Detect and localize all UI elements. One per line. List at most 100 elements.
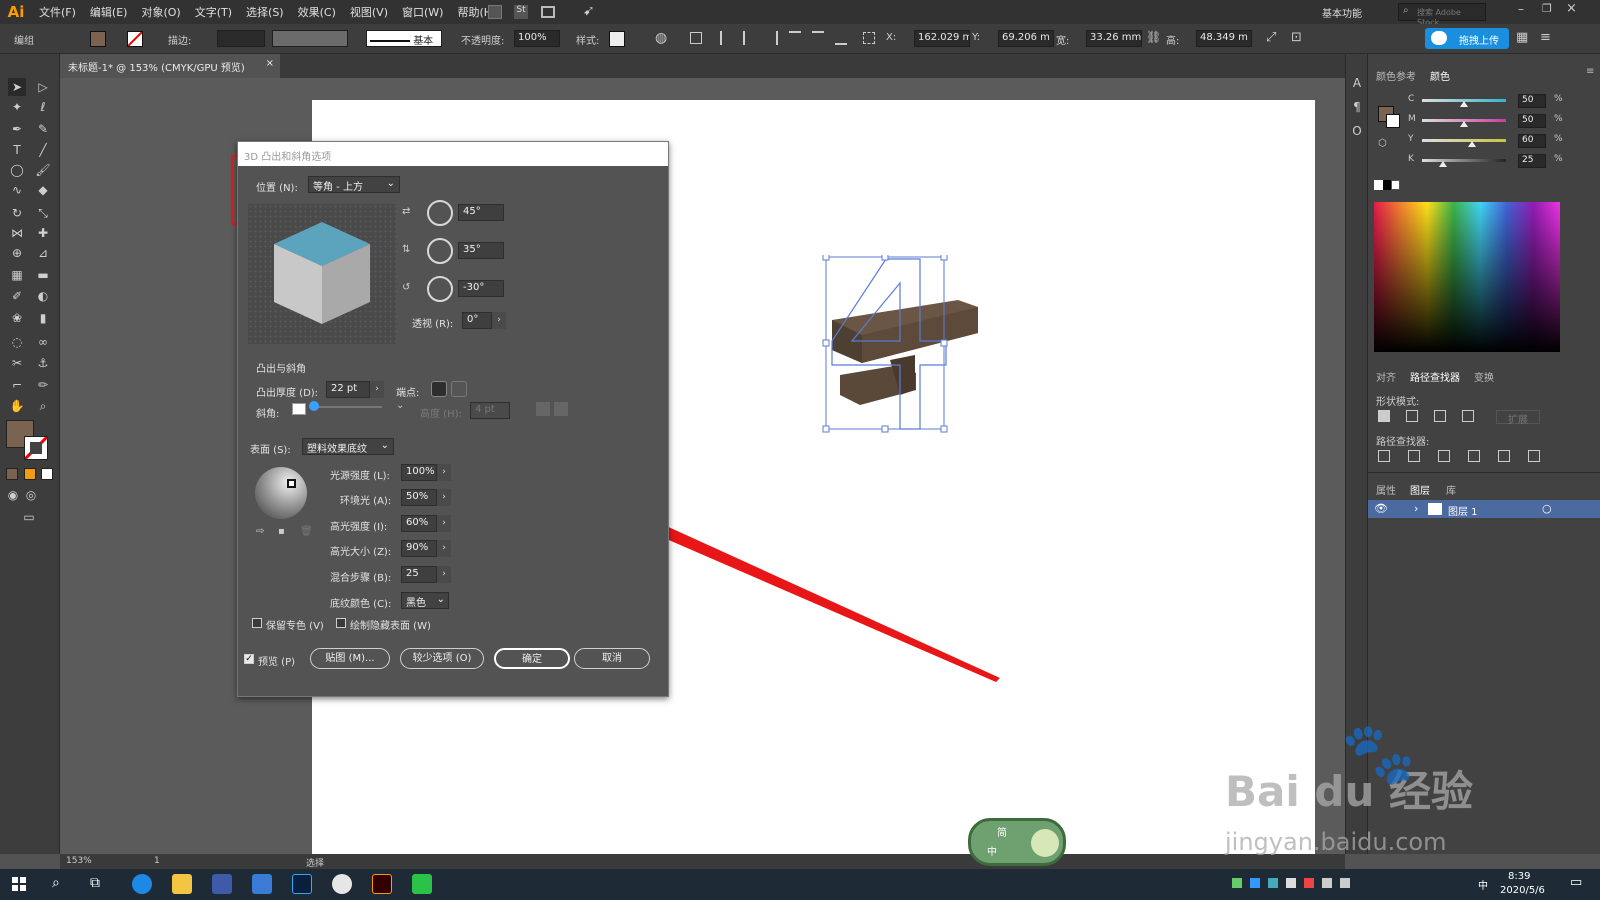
menu-view[interactable]: 视图(V) [343, 4, 395, 20]
eyedropper-tool-icon[interactable]: ✐ [8, 287, 26, 305]
tab-color-guide[interactable]: 颜色参考 [1376, 68, 1416, 83]
rotate-z-input[interactable]: -30° [458, 280, 504, 297]
zoom-level[interactable]: 153% [66, 856, 92, 866]
rotation-preview-track[interactable] [248, 204, 396, 344]
column-graph-tool-icon[interactable]: ▮ [34, 309, 52, 327]
align-top-icon[interactable] [789, 31, 801, 45]
cmyk-slider-thumb-c[interactable] [1460, 101, 1468, 107]
slice-tool-icon[interactable]: ∞ [34, 333, 52, 351]
notifications-icon[interactable]: ▭ [1570, 875, 1582, 890]
search-taskbar-icon[interactable]: ⌕ [52, 875, 60, 891]
align-right-icon[interactable] [766, 31, 778, 45]
bridge-icon[interactable] [488, 5, 502, 19]
light-intensity-arrow-icon[interactable]: › [437, 464, 451, 481]
recolor-artwork-icon[interactable]: ◍ [655, 30, 667, 46]
ime-floating-badge[interactable]: 简 中 [968, 818, 1066, 866]
cmyk-slider-y[interactable] [1422, 139, 1506, 142]
tab-color[interactable]: 颜色 [1430, 68, 1450, 83]
minimize-icon[interactable]: – [1518, 2, 1524, 16]
gradient-tool-icon[interactable]: ▬ [34, 266, 52, 284]
x-input[interactable]: 162.029 m [914, 30, 970, 47]
tab-properties[interactable]: 属性 [1376, 482, 1396, 497]
visibility-eye-icon[interactable]: 👁 [1374, 502, 1388, 515]
mic-tray-icon[interactable] [1286, 878, 1296, 888]
tab-layers[interactable]: 图层 [1410, 482, 1430, 497]
cmyk-slider-thumb-m[interactable] [1460, 121, 1468, 127]
minus-front-icon[interactable] [1406, 410, 1418, 422]
close-window-icon[interactable]: × [1566, 1, 1577, 16]
perspective-grid-tool-icon[interactable]: ⊿ [34, 244, 52, 262]
highlight-intensity-input[interactable]: 60% [401, 515, 437, 532]
volume-tray-icon[interactable] [1340, 878, 1350, 888]
blend-steps-input[interactable]: 25 [401, 566, 437, 583]
network-tray-icon[interactable] [1322, 878, 1332, 888]
clock-date[interactable]: 2020/5/6 [1500, 885, 1545, 896]
word-app-icon[interactable] [212, 874, 232, 894]
expand-button[interactable]: 扩展 [1496, 410, 1540, 426]
tab-align[interactable]: 对齐 [1376, 369, 1396, 384]
magic-wand-tool-icon[interactable]: ✦ [8, 98, 26, 116]
tab-pathfinder[interactable]: 路径查找器 [1410, 369, 1460, 384]
mesh-tool-icon[interactable]: ▦ [8, 266, 26, 284]
rotate-y-dial[interactable] [427, 238, 453, 264]
color-mode-icon[interactable] [6, 468, 18, 480]
highlight-intensity-arrow-icon[interactable]: › [437, 515, 451, 532]
none-mode-icon[interactable] [41, 468, 53, 480]
cmyk-value-y[interactable]: 60 [1518, 134, 1546, 148]
hand-tool-icon[interactable]: ✋ [8, 397, 26, 415]
layer-row[interactable]: 👁 › 图层 1 ○ [1368, 500, 1600, 518]
ok-button[interactable]: 确定 [494, 648, 570, 669]
menu-type[interactable]: 文字(T) [188, 4, 239, 20]
white-swatch[interactable] [1391, 180, 1400, 190]
line-tool-icon[interactable]: ╱ [34, 141, 52, 159]
type-tool-icon[interactable]: T [8, 141, 26, 159]
rotate-x-dial[interactable] [427, 200, 453, 226]
graphic-style-swatch[interactable] [609, 31, 625, 47]
eraser-tool-icon[interactable]: ◆ [34, 181, 52, 199]
shaper-tool-icon[interactable]: ∿ [8, 181, 26, 199]
bevel-in-icon[interactable] [554, 402, 568, 416]
light-intensity-input[interactable]: 100% [401, 464, 437, 481]
nvidia-tray-icon[interactable] [1232, 878, 1242, 888]
close-document-icon[interactable]: × [266, 58, 274, 69]
delete-light-icon[interactable]: 🗑 [300, 526, 313, 537]
panel-options-icon[interactable]: ≡ [1540, 30, 1551, 45]
record-tray-icon[interactable] [1304, 878, 1314, 888]
blend-tool-icon[interactable]: ◐ [34, 287, 52, 305]
bevel-out-icon[interactable] [536, 402, 550, 416]
lasso-tool-icon[interactable]: ℓ [34, 98, 52, 116]
isolate-group-icon[interactable]: ⊡ [1291, 30, 1302, 45]
height-input[interactable]: 4 pt [470, 402, 510, 419]
menu-edit[interactable]: 编辑(E) [83, 4, 135, 20]
puppet-warp-tool-icon[interactable]: ✚ [34, 224, 52, 242]
arrange-icon[interactable]: ▦ [1516, 30, 1528, 45]
task-view-icon[interactable]: ⧉ [90, 875, 100, 891]
cap-on-icon[interactable] [431, 381, 447, 397]
cmyk-value-m[interactable]: 50 [1518, 114, 1546, 128]
gpu-performance-icon[interactable]: ➹ [583, 3, 595, 19]
menu-effect[interactable]: 效果(C) [291, 4, 343, 20]
document-tab[interactable]: 未标题-1* @ 153% (CMYK/GPU 预览) × [60, 54, 280, 78]
fewer-options-button[interactable]: 较少选项 (O) [400, 648, 484, 669]
gradient-mode-icon[interactable] [24, 468, 36, 480]
paragraph-panel-icon[interactable]: ¶ [1348, 98, 1366, 116]
cap-off-icon[interactable] [451, 381, 467, 397]
extruded-4-artwork[interactable] [820, 255, 1000, 440]
screen-mode-icon[interactable]: ▭ [20, 508, 38, 526]
stock-icon[interactable]: St [514, 5, 528, 19]
symbol-sprayer-tool-icon[interactable]: ❀ [8, 309, 26, 327]
black-swatch[interactable] [1382, 180, 1392, 190]
target-icon[interactable]: ○ [1542, 502, 1552, 515]
crop-icon[interactable] [1468, 450, 1480, 462]
restore-icon[interactable]: ❐ [1542, 2, 1552, 15]
minus-back-icon[interactable] [1528, 450, 1540, 462]
shield-tray-icon[interactable] [1250, 878, 1260, 888]
cmyk-slider-thumb-y[interactable] [1468, 141, 1477, 147]
artboard-tool-icon[interactable]: ◌ [8, 333, 26, 351]
shape-builder-tool-icon[interactable]: ⊕ [8, 244, 26, 262]
cmyk-slider-thumb-k[interactable] [1439, 161, 1447, 167]
menu-file[interactable]: 文件(F) [32, 4, 83, 20]
opacity-input[interactable]: 100% [514, 30, 560, 47]
stroke-color-swatch[interactable] [23, 435, 49, 461]
app-tray-icon[interactable] [1268, 878, 1278, 888]
